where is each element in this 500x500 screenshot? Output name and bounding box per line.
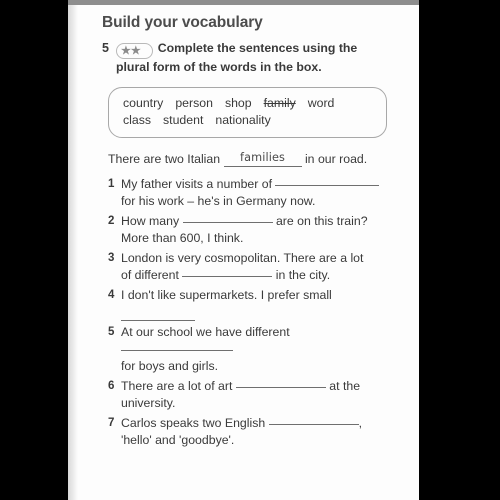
exercise-number: 5 (102, 41, 109, 55)
q4-answer-blank[interactable] (121, 306, 195, 321)
word-chip-family[interactable]: family (264, 95, 296, 112)
exercise-header: 5 ★★ Complete the sentences using the plur… (102, 40, 397, 75)
question-number-5: 5 (108, 326, 115, 338)
difficulty-badge: ★★ (116, 43, 153, 59)
letterbox-bar-right (419, 0, 500, 500)
q3-answer-blank[interactable] (182, 276, 273, 277)
q5-answer-blank[interactable] (121, 350, 233, 351)
q5-line1-before: At our school we have different (121, 325, 290, 339)
question-text-5: At our school we have different for boys… (121, 324, 397, 375)
word-chip-country[interactable]: country (123, 95, 163, 112)
word-chip-student[interactable]: student (163, 112, 203, 129)
word-chip-nationality[interactable]: nationality (215, 112, 270, 129)
q6-line1-before: There are a lot of art (121, 379, 233, 393)
list-item: 4 I don't like supermarkets. I prefer sm… (108, 287, 397, 321)
question-number-2: 2 (108, 215, 115, 227)
question-number-6: 6 (108, 380, 115, 392)
list-item: 5 At our school we have different for bo… (108, 324, 397, 375)
q7-line1-before: Carlos speaks two English (121, 416, 266, 430)
word-bank-box: country person shop family word class student… (108, 87, 387, 138)
question-number-1: 1 (108, 178, 115, 190)
question-number-3: 3 (108, 252, 115, 264)
q1-line2: for his work – he's in Germany now. (121, 194, 316, 208)
q5-line2: for boys and girls. (121, 359, 219, 373)
instruction-line-1: Complete the sentences using the (157, 41, 358, 55)
page-title: Build your vocabulary (102, 14, 263, 31)
word-chip-class[interactable]: class (123, 112, 151, 129)
q2-line2: More than 600, I think. (121, 231, 244, 245)
q7-answer-blank[interactable] (268, 424, 359, 425)
screenshot-root: Build your vocabulary 5 ★★ Complete the s… (0, 0, 500, 500)
question-text-6: There are a lot of art at the university… (121, 378, 397, 412)
exercise-instruction: ★★ Complete the sentences using the plural… (116, 40, 397, 75)
q2-answer-blank[interactable] (182, 222, 273, 223)
list-item: 3 London is very cosmopolitan. There are… (108, 250, 397, 284)
question-text-7: Carlos speaks two English , 'hello' and … (121, 415, 397, 449)
q3-line2-after: in the city. (275, 268, 331, 282)
example-text-before: There are two Italian (108, 152, 221, 166)
q3-line2-before: of different (121, 268, 179, 282)
example-answer-text: families (240, 151, 286, 164)
question-number-7: 7 (108, 417, 115, 429)
q2-line1-after: are on this train? (275, 214, 368, 228)
page-content: Build your vocabulary 5 ★★ Complete the s… (68, 5, 419, 449)
word-chip-person[interactable]: person (175, 95, 213, 112)
list-item: 6 There are a lot of art at the universi… (108, 378, 397, 412)
q7-line2: 'hello' and 'goodbye'. (121, 433, 235, 447)
scanned-textbook-page: Build your vocabulary 5 ★★ Complete the s… (68, 5, 419, 500)
q4-line1-before: I don't like supermarkets. I prefer smal… (121, 288, 332, 302)
q7-line1-after: , (358, 416, 363, 430)
example-sentence: There are two Italian families in our ro… (108, 151, 397, 169)
q1-line1-before: My father visits a number of (121, 177, 273, 191)
list-item: 7 Carlos speaks two English , 'hello' an… (108, 415, 397, 449)
word-chip-word[interactable]: word (308, 95, 335, 112)
q2-line1-before: How many (121, 214, 180, 228)
example-text-after: in our road. (304, 152, 368, 166)
question-text-3: London is very cosmopolitan. There are a… (121, 250, 397, 284)
question-text-1: My father visits a number of for his wor… (121, 176, 397, 210)
word-bank-row-1: country person shop family word (123, 95, 372, 112)
question-text-4: I don't like supermarkets. I prefer smal… (121, 287, 397, 321)
q6-line1-after: at the (329, 379, 361, 393)
word-bank-row-2: class student nationality (123, 112, 372, 129)
q1-answer-blank[interactable] (275, 185, 380, 186)
example-answer-blank[interactable]: families (223, 149, 302, 167)
question-text-2: How many are on this train? More than 60… (121, 213, 397, 247)
instruction-line-2: plural form of the words in the box. (116, 60, 322, 74)
question-list: 1 My father visits a number of for his w… (102, 176, 397, 449)
list-item: 1 My father visits a number of for his w… (108, 176, 397, 210)
list-item: 2 How many are on this train? More than … (108, 213, 397, 247)
word-chip-shop[interactable]: shop (225, 95, 252, 112)
question-number-4: 4 (108, 289, 115, 301)
stars-icon: ★★ (121, 45, 141, 57)
q6-line2: university. (121, 396, 176, 410)
letterbox-bar-left (0, 0, 68, 500)
q6-answer-blank[interactable] (235, 387, 326, 388)
q3-line1-before: London is very cosmopolitan. There are a… (121, 251, 364, 265)
